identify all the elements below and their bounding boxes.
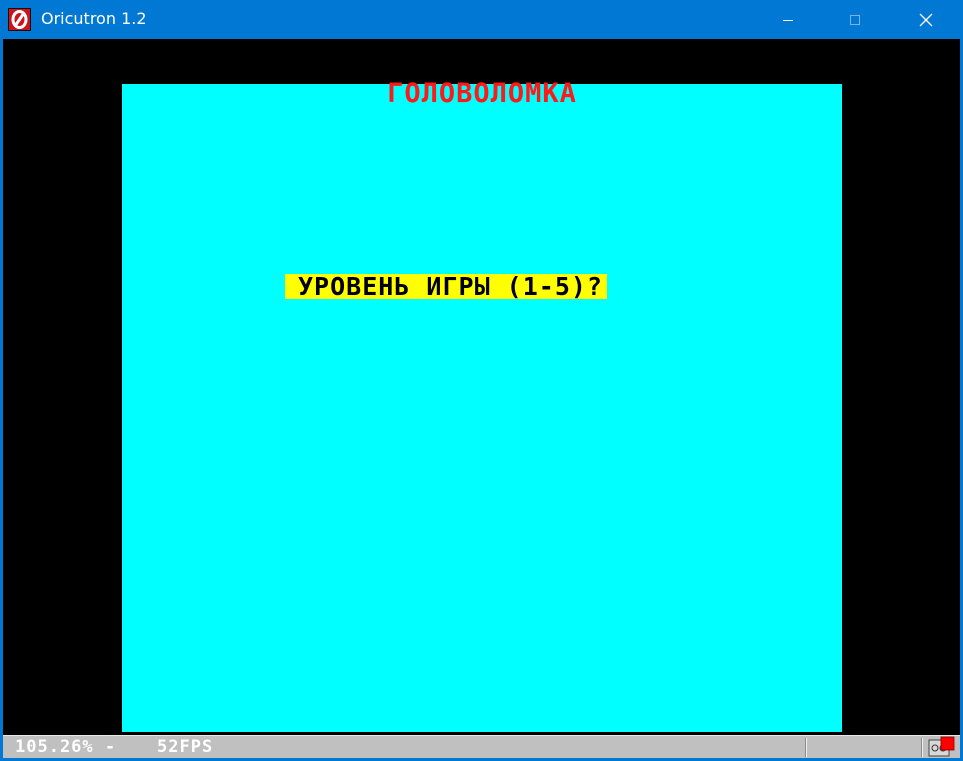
status-divider — [921, 738, 923, 757]
level-prompt: УРОВЕНЬ ИГРЫ (1-5)? — [285, 274, 607, 300]
app-window: Oricutron 1.2 ГОЛОВОЛОМКА УРОВЕНЬ ИГРЫ (… — [0, 0, 963, 761]
maximize-button[interactable] — [832, 0, 878, 39]
minimize-icon — [783, 19, 793, 21]
window-title: Oricutron 1.2 — [41, 9, 147, 28]
close-button[interactable] — [903, 0, 949, 39]
emulator-display[interactable]: ГОЛОВОЛОМКА УРОВЕНЬ ИГРЫ (1-5)? — [3, 39, 960, 758]
close-icon — [919, 13, 933, 26]
maximize-icon — [850, 14, 860, 25]
game-title: ГОЛОВОЛОМКА — [387, 78, 577, 109]
status-divider — [805, 738, 807, 757]
fps-readout: 52FPS — [157, 737, 214, 757]
minimize-button[interactable] — [765, 0, 811, 39]
title-bar[interactable]: Oricutron 1.2 — [0, 0, 963, 39]
tape-status-icon[interactable] — [927, 736, 957, 758]
oric-screen: ГОЛОВОЛОМКА УРОВЕНЬ ИГРЫ (1-5)? — [122, 78, 842, 732]
oricutron-logo-icon[interactable] — [8, 8, 31, 31]
status-bar: 105.26% - 52FPS — [3, 735, 960, 758]
speed-readout: 105.26% - — [15, 737, 117, 757]
